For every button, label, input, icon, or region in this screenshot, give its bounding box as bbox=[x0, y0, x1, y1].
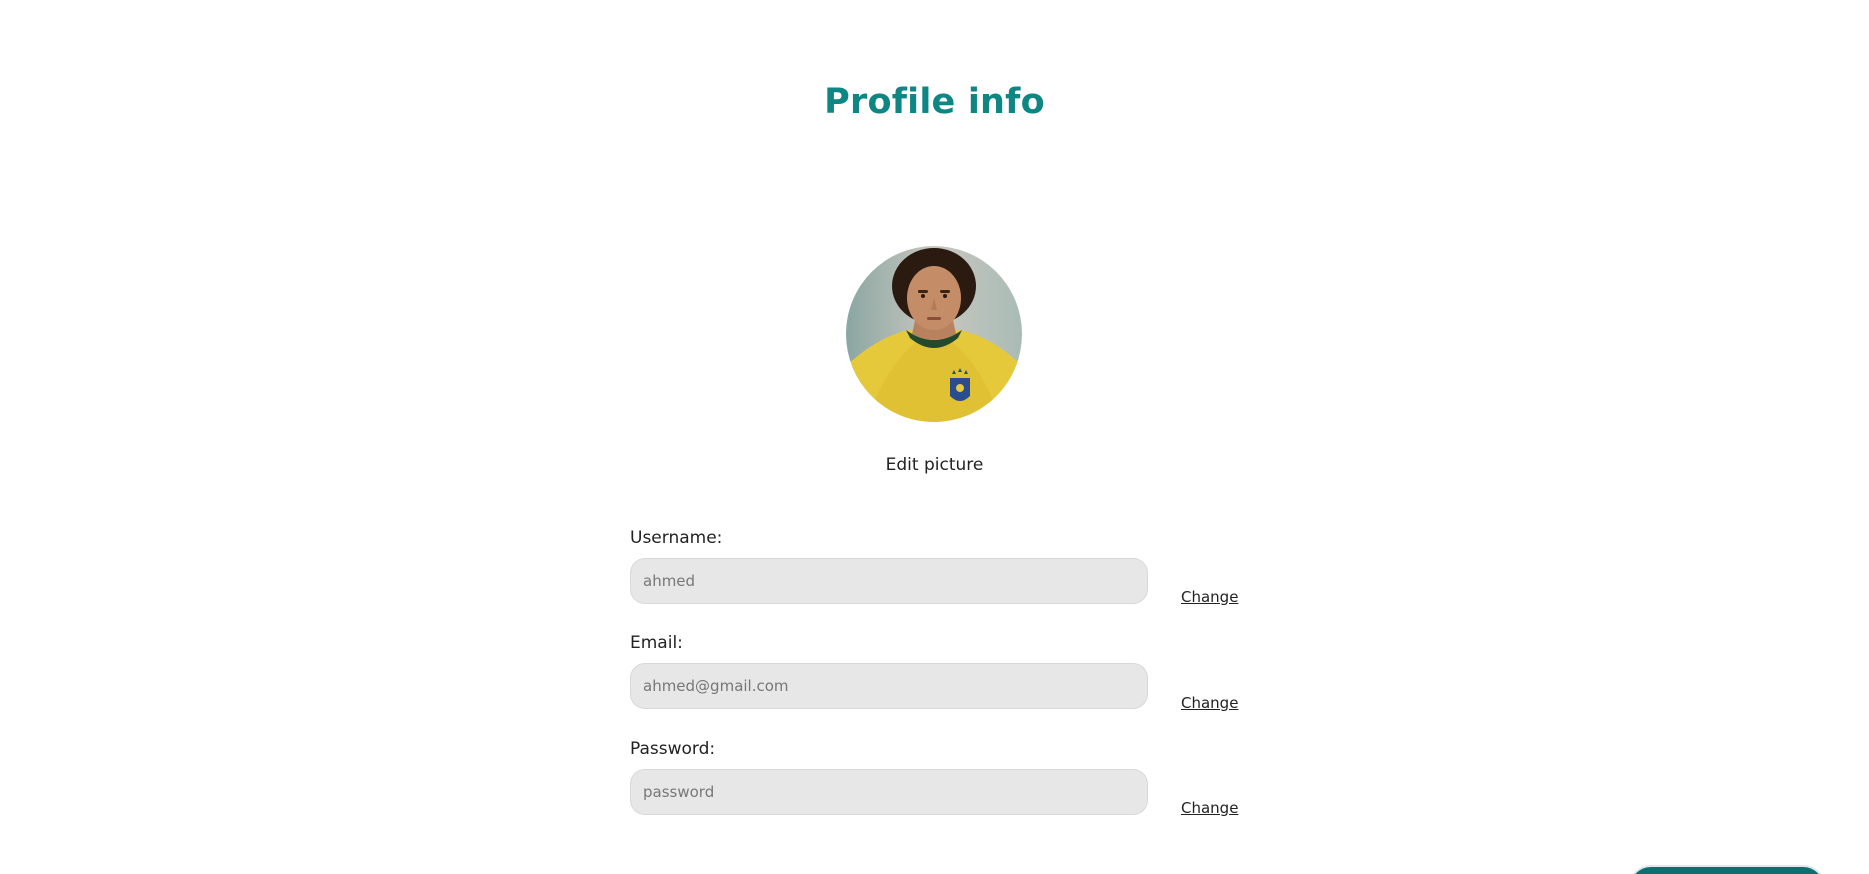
profile-page: Profile info Edit picture Username: ahme… bbox=[0, 0, 1869, 874]
avatar[interactable] bbox=[846, 246, 1022, 422]
profile-photo-icon bbox=[846, 246, 1022, 422]
email-label: Email: bbox=[630, 633, 683, 653]
change-username-link[interactable]: Change bbox=[1181, 588, 1238, 606]
edit-picture-link[interactable]: Edit picture bbox=[0, 455, 1869, 475]
save-button[interactable] bbox=[1628, 865, 1826, 874]
change-email-link[interactable]: Change bbox=[1181, 694, 1238, 712]
page-title: Profile info bbox=[824, 82, 1045, 122]
password-label: Password: bbox=[630, 739, 716, 759]
username-label: Username: bbox=[630, 528, 723, 548]
change-password-link[interactable]: Change bbox=[1181, 799, 1238, 817]
password-field[interactable] bbox=[630, 769, 1148, 815]
email-field[interactable] bbox=[630, 663, 1148, 709]
username-field[interactable] bbox=[630, 558, 1148, 604]
